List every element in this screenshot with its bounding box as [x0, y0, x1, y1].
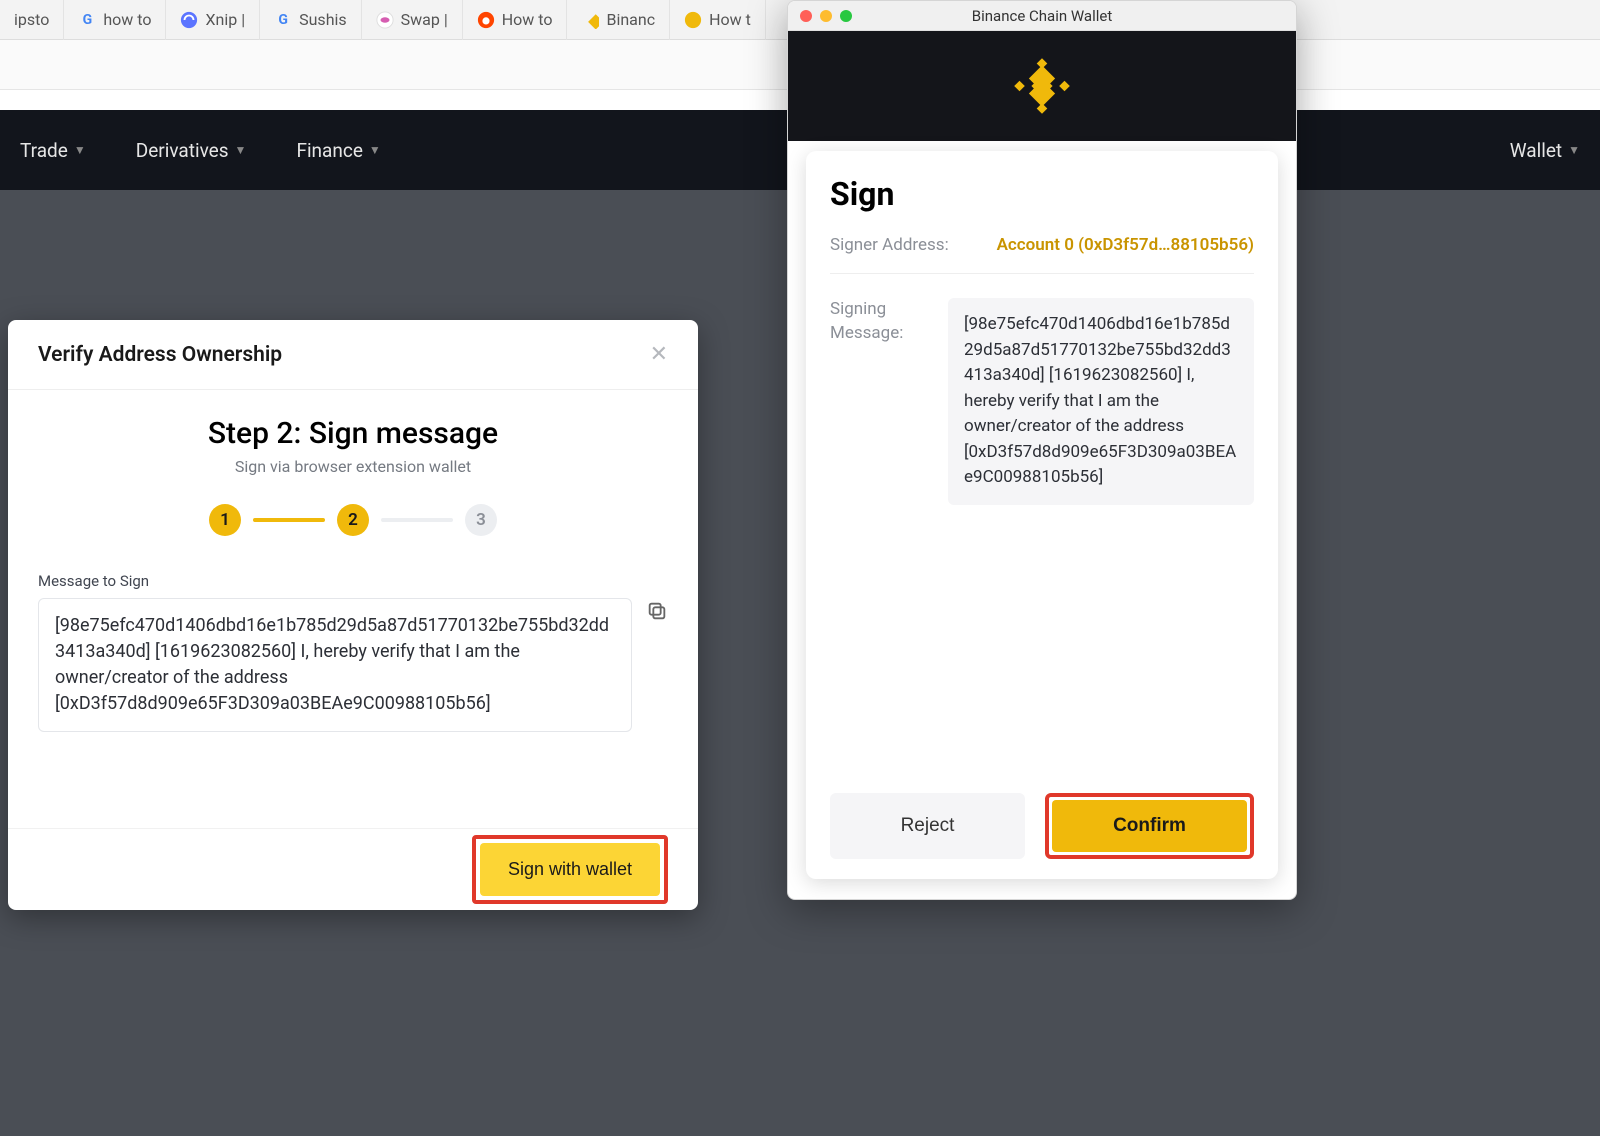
signer-address-value: Account 0 (0xD3f57d…88105b56) [997, 235, 1254, 255]
reject-button[interactable]: Reject [830, 793, 1025, 859]
nav-label: Trade [20, 139, 68, 162]
chevron-down-icon: ▼ [369, 143, 381, 157]
extension-header [788, 31, 1296, 141]
nav-item-trade[interactable]: Trade ▼ [20, 139, 86, 162]
nav-item-wallet[interactable]: Wallet ▼ [1510, 139, 1580, 162]
nav-label: Wallet [1510, 139, 1562, 162]
xnip-icon [180, 11, 198, 29]
modal-title: Verify Address Ownership [38, 343, 282, 367]
browser-tab[interactable]: Xnip | [166, 0, 260, 40]
message-label: Message to Sign [38, 572, 668, 590]
browser-tab[interactable]: How to [463, 0, 568, 40]
step-line [381, 518, 453, 522]
modal-header: Verify Address Ownership ✕ [8, 320, 698, 390]
browser-tab[interactable]: Swap | [362, 0, 463, 40]
signer-row: Signer Address: Account 0 (0xD3f57d…8810… [830, 235, 1254, 274]
browser-tab[interactable]: Binanc [567, 0, 670, 40]
step-line [253, 518, 325, 522]
signing-row: Signing Message: [98e75efc470d1406dbd16e… [830, 298, 1254, 505]
window-title: Binance Chain Wallet [788, 7, 1296, 25]
nav-label: Finance [296, 139, 362, 162]
step-subtitle: Sign via browser extension wallet [38, 457, 668, 476]
window-titlebar: Binance Chain Wallet [788, 1, 1296, 31]
step-dot-2: 2 [337, 504, 369, 536]
sign-card: Sign Signer Address: Account 0 (0xD3f57d… [806, 151, 1278, 879]
signing-message-value: [98e75efc470d1406dbd16e1b785d29d5a87d517… [948, 298, 1254, 505]
extension-window: Binance Chain Wallet Sign Signer Address… [787, 0, 1297, 900]
pancake-icon [684, 11, 702, 29]
tab-label: how to [103, 10, 151, 29]
sushi-icon [376, 11, 394, 29]
close-icon[interactable]: ✕ [650, 342, 668, 367]
tab-label: Swap | [401, 10, 448, 29]
reddit-icon [477, 11, 495, 29]
signer-address-label: Signer Address: [830, 235, 949, 255]
sign-with-wallet-button[interactable]: Sign with wallet [480, 843, 660, 896]
browser-tab[interactable]: G Sushis [260, 0, 362, 40]
signing-message-label: Signing Message: [830, 298, 930, 346]
google-icon: G [78, 11, 96, 29]
step-dot-1: 1 [209, 504, 241, 536]
browser-tab[interactable]: ipsto [0, 0, 64, 40]
copy-icon[interactable] [646, 600, 668, 622]
stepper: 1 2 3 [38, 504, 668, 536]
nav-label: Derivatives [136, 139, 229, 162]
google-icon: G [274, 11, 292, 29]
tab-label: Xnip | [205, 10, 245, 29]
nav-item-derivatives[interactable]: Derivatives ▼ [136, 139, 247, 162]
confirm-button-highlight: Confirm [1045, 793, 1254, 859]
browser-tab[interactable]: How t [670, 0, 766, 40]
bnb-logo-icon [1012, 56, 1072, 116]
chevron-down-icon: ▼ [1568, 143, 1580, 157]
sign-button-highlight: Sign with wallet [472, 835, 668, 904]
nav-item-finance[interactable]: Finance ▼ [296, 139, 380, 162]
confirm-button[interactable]: Confirm [1052, 800, 1247, 852]
tab-label: How t [709, 10, 751, 29]
step-title: Step 2: Sign message [38, 416, 668, 451]
tab-label: Sushis [299, 10, 347, 29]
verify-modal: Verify Address Ownership ✕ Step 2: Sign … [8, 320, 698, 910]
tab-label: Binanc [606, 10, 655, 29]
browser-tab[interactable]: G how to [64, 0, 166, 40]
sign-heading: Sign [830, 175, 1254, 213]
message-to-sign: [98e75efc470d1406dbd16e1b785d29d5a87d517… [38, 598, 632, 732]
modal-body: Step 2: Sign message Sign via browser ex… [8, 390, 698, 828]
extension-buttons: Reject Confirm [830, 783, 1254, 859]
step-dot-3: 3 [465, 504, 497, 536]
chevron-down-icon: ▼ [74, 143, 86, 157]
tab-label: How to [502, 10, 553, 29]
bnb-icon [581, 11, 599, 29]
modal-footer: Sign with wallet [8, 828, 698, 910]
chevron-down-icon: ▼ [235, 143, 247, 157]
tab-label: ipsto [14, 10, 49, 29]
